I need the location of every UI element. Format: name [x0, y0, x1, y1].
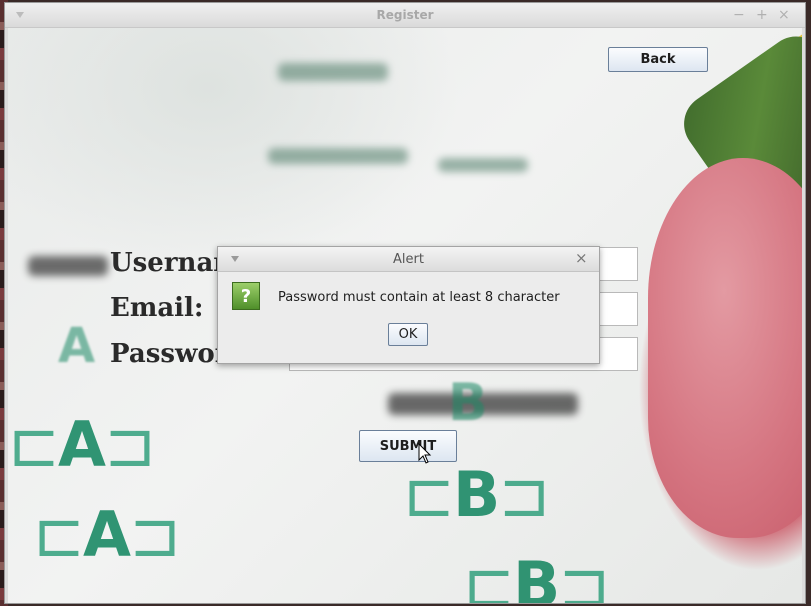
- bubble-a: ⊏A⊐: [8, 408, 156, 481]
- close-icon[interactable]: ×: [778, 7, 790, 23]
- dialog-close-icon[interactable]: ×: [575, 249, 588, 267]
- maximize-icon[interactable]: +: [756, 7, 768, 23]
- dialog-title: Alert: [393, 252, 424, 267]
- bubble-a: A: [58, 318, 95, 374]
- bubble-b: B: [448, 373, 488, 433]
- bubble-a: ⊏A⊐: [33, 498, 181, 571]
- minimize-icon[interactable]: −: [733, 7, 745, 23]
- dialog-titlebar[interactable]: Alert ×: [218, 247, 599, 272]
- submit-button[interactable]: SUBMIT: [359, 430, 457, 462]
- window-titlebar[interactable]: Register − + ×: [5, 3, 805, 28]
- blur-mark: [278, 63, 388, 81]
- back-button[interactable]: Back: [608, 47, 708, 72]
- bubble-b: ⊏B⊐: [463, 548, 610, 603]
- question-icon: ?: [232, 282, 260, 310]
- bubble-b: ⊏B⊐: [403, 458, 550, 531]
- blur-mark: [438, 158, 528, 172]
- window-title: Register: [376, 8, 434, 22]
- eraser: [648, 158, 802, 538]
- alert-dialog: Alert × ? Password must contain at least…: [217, 246, 600, 364]
- mouse-cursor-icon: [418, 443, 432, 464]
- dialog-message: Password must contain at least 8 charact…: [278, 290, 560, 305]
- ok-button[interactable]: OK: [388, 323, 428, 346]
- blur-mark: [268, 148, 408, 164]
- email-label: Email:: [110, 293, 204, 323]
- register-window: Register − + × ⊏A⊐ ⊏A⊐ ⊏B⊐ ⊏B⊐ A B Back …: [5, 3, 805, 603]
- blur-mark: [28, 256, 108, 276]
